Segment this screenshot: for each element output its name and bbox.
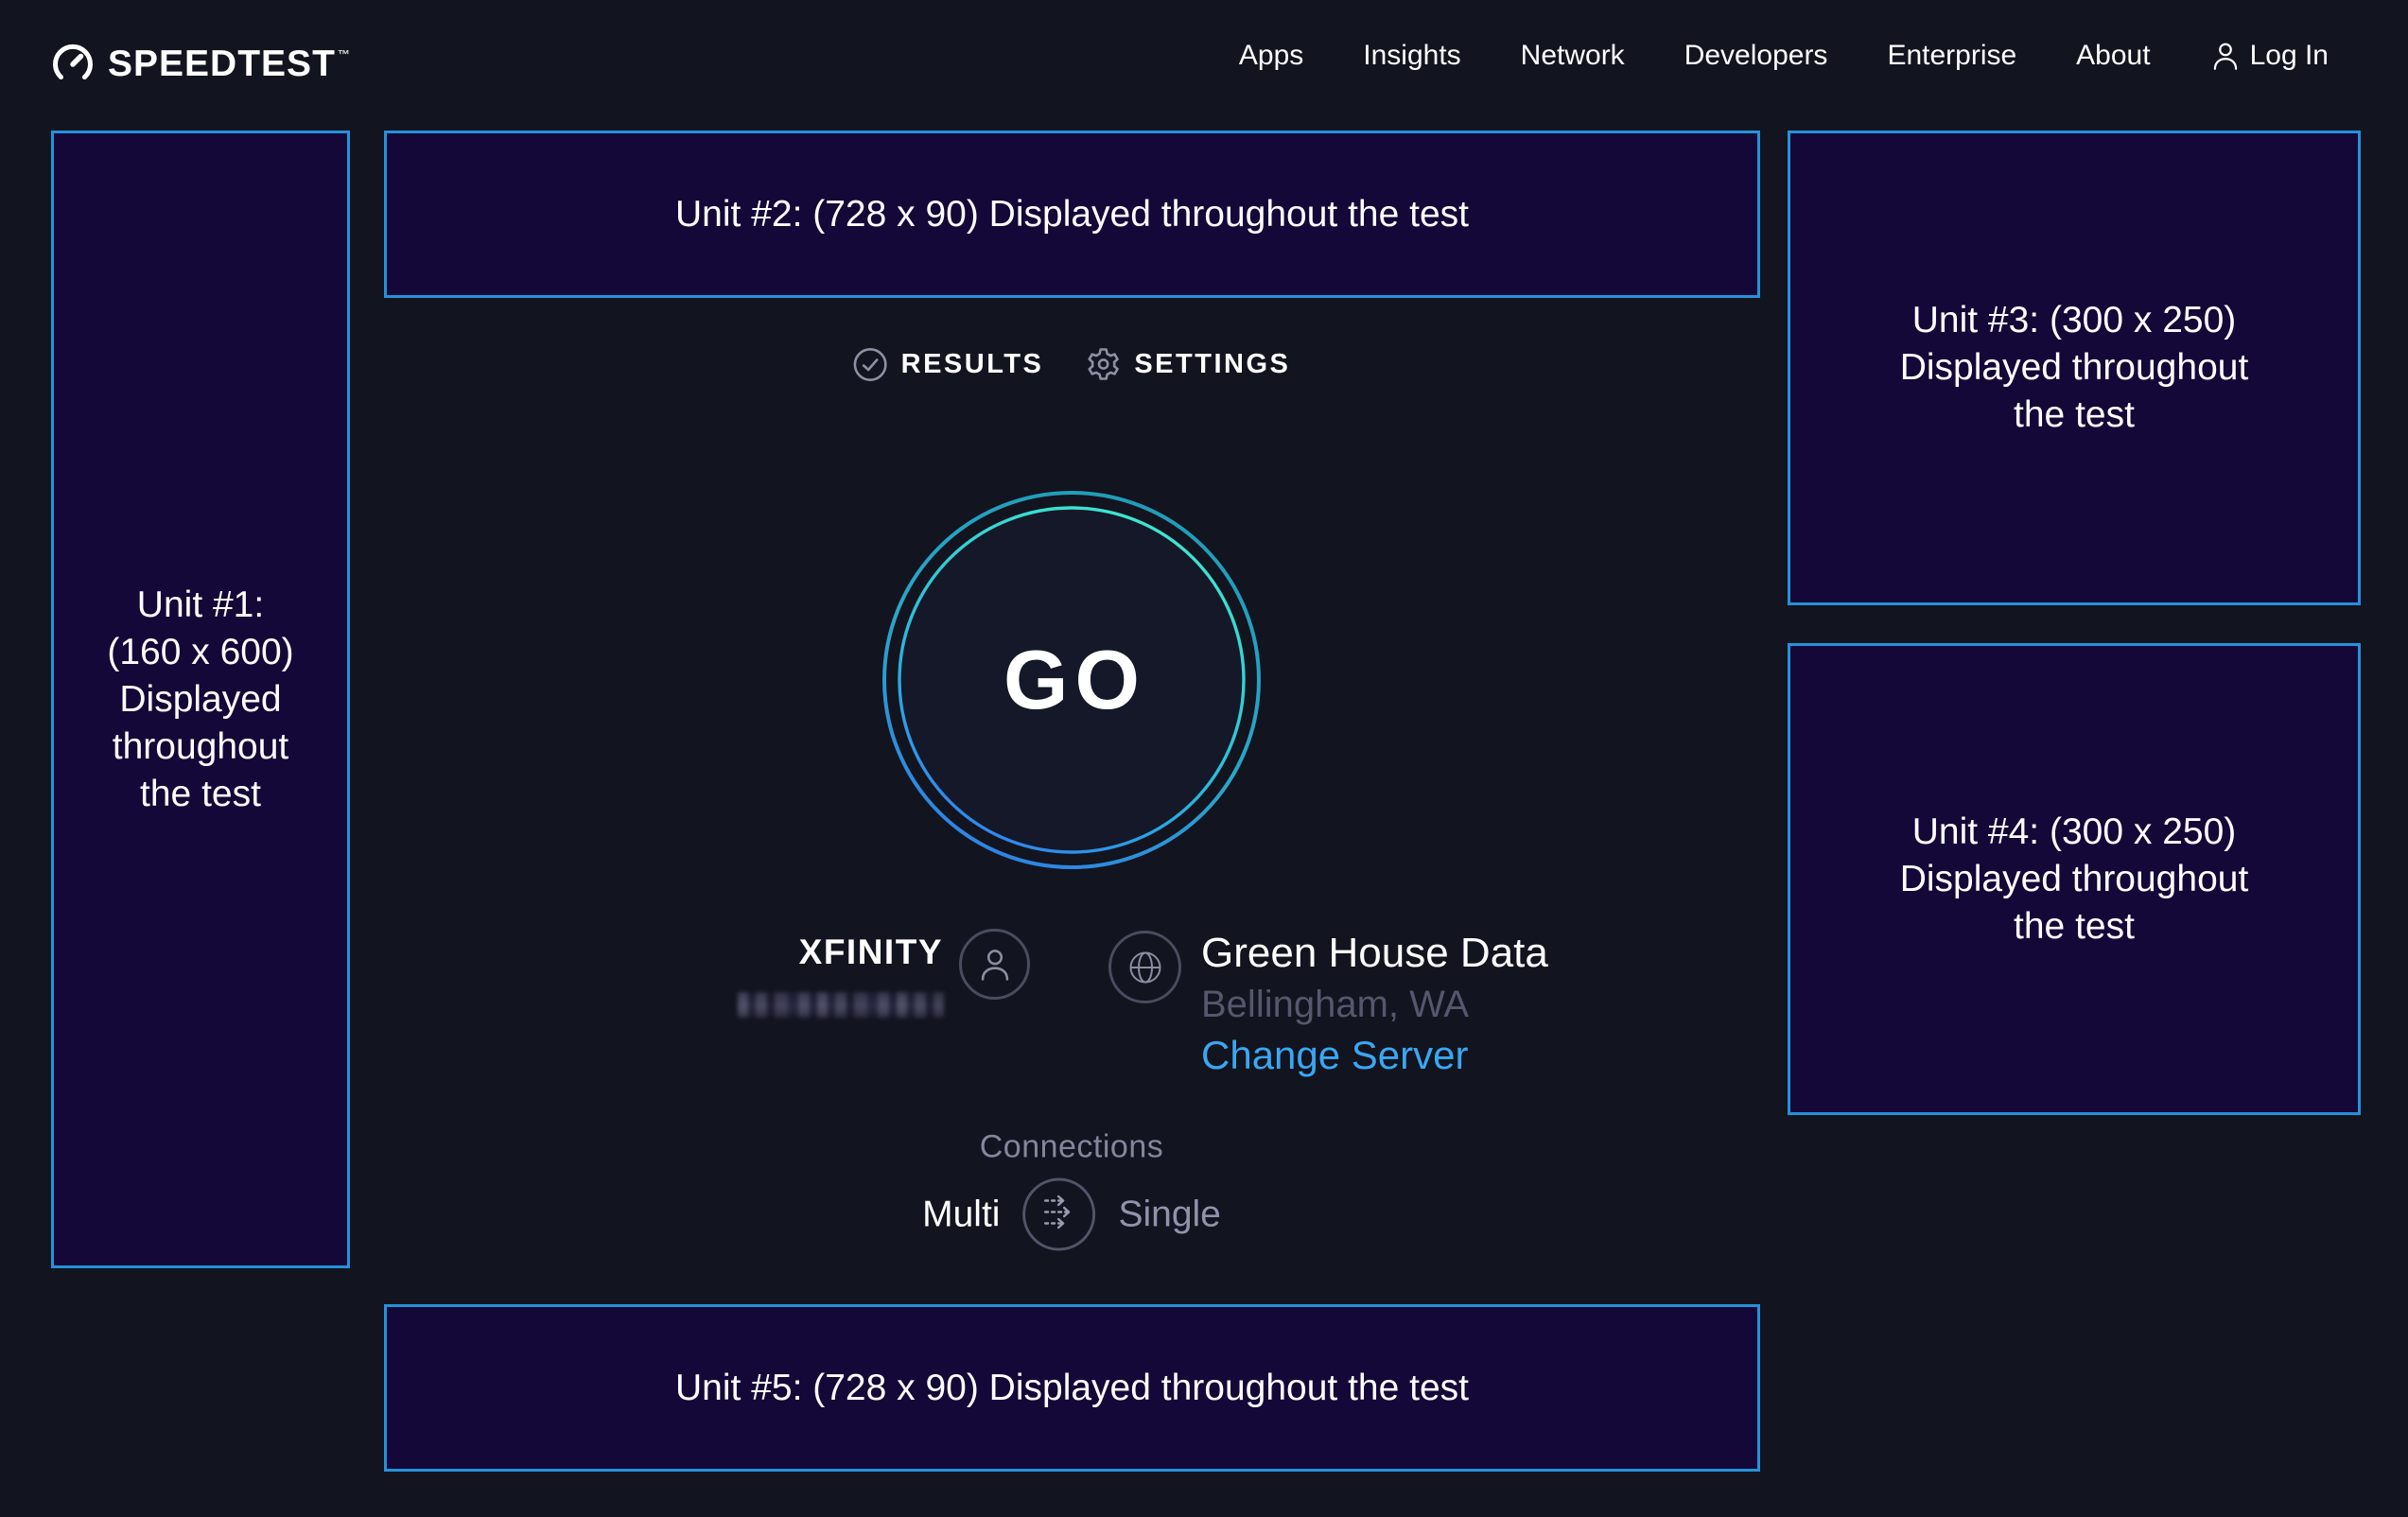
multi-connection-arrows-icon <box>1038 1191 1081 1239</box>
ad-text-line: Unit #1: <box>137 582 264 629</box>
ad-unit-3: Unit #3: (300 x 250) Displayed throughou… <box>1788 131 2361 605</box>
user-icon <box>2210 40 2241 72</box>
nav-item-about[interactable]: About <box>2076 40 2150 72</box>
nav-item-developers[interactable]: Developers <box>1684 40 1828 72</box>
tab-results[interactable]: RESULTS <box>853 347 1044 382</box>
ad-text-line: Displayed throughout <box>1900 344 2249 392</box>
isp-user-icon[interactable] <box>959 929 1030 1000</box>
go-button-label: GO <box>873 481 1270 879</box>
speedtest-gauge-icon <box>51 42 95 85</box>
ad-unit-5: Unit #5: (728 x 90) Displayed throughout… <box>384 1304 1760 1472</box>
nav-item-enterprise[interactable]: Enterprise <box>1887 40 2016 72</box>
ad-unit-4: Unit #4: (300 x 250) Displayed throughou… <box>1788 643 2361 1115</box>
change-server-link[interactable]: Change Server <box>1201 1033 1469 1078</box>
main-nav: Apps Insights Network Developers Enterpr… <box>1239 0 2329 112</box>
ad-text-line: Unit #3: (300 x 250) <box>1912 297 2237 344</box>
nav-item-insights[interactable]: Insights <box>1363 40 1460 72</box>
ad-text-line: Unit #2: (728 x 90) Displayed throughout… <box>675 191 1469 238</box>
ad-text-line: Displayed throughout <box>1900 856 2249 903</box>
ad-text-line: Displayed <box>119 676 281 724</box>
isp-ip-redacted <box>738 992 944 1018</box>
top-navbar: SPEEDTEST™ Apps Insights Network Develop… <box>0 0 2408 112</box>
gear-icon <box>1085 346 1121 382</box>
ad-unit-2: Unit #2: (728 x 90) Displayed throughout… <box>384 131 1760 298</box>
connections-multi-option[interactable]: Multi <box>922 1194 1000 1235</box>
server-globe-icon[interactable] <box>1108 931 1181 1003</box>
nav-item-network[interactable]: Network <box>1521 40 1625 72</box>
tab-settings[interactable]: SETTINGS <box>1085 346 1290 382</box>
ad-text-line: the test <box>140 771 261 818</box>
login-button[interactable]: Log In <box>2210 40 2329 72</box>
ad-text-line: throughout <box>113 724 289 771</box>
results-settings-tabs: RESULTS SETTINGS <box>853 346 1291 382</box>
ad-text-line: (160 x 600) <box>107 629 293 676</box>
login-label: Log In <box>2250 40 2329 72</box>
tab-results-label: RESULTS <box>901 349 1044 380</box>
ad-text-line: the test <box>2014 392 2135 439</box>
server-location: Bellingham, WA <box>1201 984 1469 1026</box>
tab-settings-label: SETTINGS <box>1134 349 1290 380</box>
connections-toggle-button[interactable] <box>1022 1178 1095 1251</box>
speedtest-page: SPEEDTEST™ Apps Insights Network Develop… <box>0 0 2408 1517</box>
ad-text-line: the test <box>2014 903 2135 950</box>
connections-single-option[interactable]: Single <box>1118 1194 1220 1235</box>
ad-text-line: Unit #5: (728 x 90) Displayed throughout… <box>675 1365 1469 1412</box>
trademark-symbol: ™ <box>338 47 351 61</box>
isp-name: XFINITY <box>740 933 943 972</box>
server-name: Green House Data <box>1201 930 1548 977</box>
ad-unit-1: Unit #1: (160 x 600) Displayed throughou… <box>51 131 350 1268</box>
speedtest-logo[interactable]: SPEEDTEST™ <box>51 42 351 85</box>
go-button[interactable]: GO <box>873 481 1270 879</box>
ad-text-line: Unit #4: (300 x 250) <box>1912 809 2237 856</box>
connections-toggle-row: Multi Single <box>922 1178 1221 1251</box>
connections-label: Connections <box>980 1129 1164 1166</box>
nav-item-apps[interactable]: Apps <box>1239 40 1303 72</box>
check-circle-icon <box>853 347 888 382</box>
logo-wordmark: SPEEDTEST™ <box>108 45 351 82</box>
